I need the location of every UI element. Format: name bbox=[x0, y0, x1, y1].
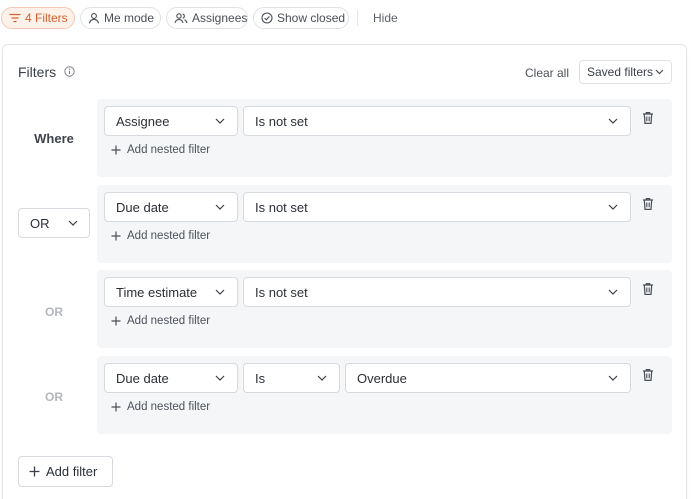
chevron-down-icon bbox=[317, 375, 327, 381]
saved-filters-label: Saved filters bbox=[587, 65, 654, 79]
field-select[interactable]: Due date bbox=[104, 192, 238, 222]
trash-icon[interactable] bbox=[642, 111, 654, 125]
show-closed-chip[interactable]: Show closed bbox=[253, 7, 349, 29]
operator-select[interactable]: Is not set bbox=[243, 106, 631, 136]
saved-filters-button[interactable]: Saved filters bbox=[579, 60, 672, 84]
value-select-value: Overdue bbox=[357, 370, 407, 386]
operator-select-value: Is not set bbox=[255, 199, 308, 215]
chevron-down-icon bbox=[215, 118, 225, 124]
chevron-down-icon bbox=[608, 204, 618, 210]
plus-icon bbox=[111, 316, 121, 326]
filter-toolbar: 4 Filters Me mode Assignees Show closed … bbox=[0, 0, 696, 36]
filter-group: Time estimate Is not set Add nested filt… bbox=[97, 270, 672, 348]
field-select[interactable]: Assignee bbox=[104, 106, 238, 136]
trash-icon[interactable] bbox=[642, 197, 654, 211]
plus-icon bbox=[111, 145, 121, 155]
chevron-down-icon bbox=[608, 289, 618, 295]
field-select[interactable]: Due date bbox=[104, 363, 238, 393]
add-filter-button[interactable]: Add filter bbox=[18, 456, 113, 487]
info-icon[interactable] bbox=[64, 66, 75, 77]
logic-operator-value: OR bbox=[30, 215, 50, 231]
me-mode-chip[interactable]: Me mode bbox=[80, 7, 161, 29]
add-nested-filter-label: Add nested filter bbox=[127, 315, 211, 327]
operator-select-value: Is not set bbox=[255, 284, 308, 300]
add-nested-filter-label: Add nested filter bbox=[127, 401, 211, 413]
check-circle-icon bbox=[261, 12, 273, 24]
users-icon bbox=[174, 13, 188, 24]
add-nested-filter-label: Add nested filter bbox=[127, 230, 211, 242]
filters-panel: Filters Clear all Saved filters Where OR… bbox=[2, 44, 687, 499]
chevron-down-icon bbox=[655, 69, 664, 75]
field-select-value: Due date bbox=[116, 370, 169, 386]
trash-icon[interactable] bbox=[642, 282, 654, 296]
add-nested-filter-button[interactable]: Add nested filter bbox=[111, 144, 210, 156]
add-filter-label: Add filter bbox=[46, 464, 98, 479]
trash-icon[interactable] bbox=[642, 368, 654, 382]
operator-select-value: Is bbox=[255, 370, 266, 386]
field-select-value: Assignee bbox=[116, 113, 170, 129]
add-nested-filter-button[interactable]: Add nested filter bbox=[111, 230, 210, 242]
panel-title: Filters bbox=[18, 64, 57, 80]
or-label: OR bbox=[45, 390, 63, 404]
operator-select[interactable]: Is not set bbox=[243, 277, 631, 307]
hide-button[interactable]: Hide bbox=[373, 11, 398, 25]
plus-icon bbox=[111, 402, 121, 412]
plus-icon bbox=[111, 231, 121, 241]
plus-icon bbox=[29, 466, 40, 477]
assignees-chip-label: Assignees bbox=[192, 11, 248, 25]
toolbar-divider bbox=[357, 10, 358, 26]
chevron-down-icon bbox=[68, 220, 78, 226]
field-select-value: Due date bbox=[116, 199, 169, 215]
chevron-down-icon bbox=[608, 118, 618, 124]
field-select[interactable]: Time estimate bbox=[104, 277, 238, 307]
chevron-down-icon bbox=[215, 375, 225, 381]
filter-group: Due date Is not set Add nested filter bbox=[97, 185, 672, 263]
field-select-value: Time estimate bbox=[116, 284, 198, 300]
where-label: Where bbox=[34, 131, 74, 146]
chevron-down-icon bbox=[215, 289, 225, 295]
or-label: OR bbox=[45, 305, 63, 319]
clear-all-button[interactable]: Clear all bbox=[525, 66, 569, 80]
filter-group: Due date Is Overdue Add nested filter bbox=[97, 356, 672, 434]
me-mode-chip-label: Me mode bbox=[104, 11, 155, 25]
logic-operator-select[interactable]: OR bbox=[18, 208, 90, 238]
show-closed-chip-label: Show closed bbox=[277, 11, 346, 25]
filters-chip-label: 4 Filters bbox=[25, 11, 68, 25]
add-nested-filter-button[interactable]: Add nested filter bbox=[111, 401, 210, 413]
add-nested-filter-button[interactable]: Add nested filter bbox=[111, 315, 210, 327]
operator-select[interactable]: Is bbox=[243, 363, 340, 393]
user-icon bbox=[88, 13, 100, 24]
operator-select[interactable]: Is not set bbox=[243, 192, 631, 222]
filter-group: Assignee Is not set Add nested filter bbox=[97, 99, 672, 177]
filters-chip[interactable]: 4 Filters bbox=[1, 7, 75, 29]
chevron-down-icon bbox=[608, 375, 618, 381]
assignees-chip[interactable]: Assignees bbox=[166, 7, 248, 29]
filter-lines-icon bbox=[9, 13, 21, 23]
add-nested-filter-label: Add nested filter bbox=[127, 144, 211, 156]
chevron-down-icon bbox=[215, 204, 225, 210]
value-select[interactable]: Overdue bbox=[345, 363, 631, 393]
operator-select-value: Is not set bbox=[255, 113, 308, 129]
